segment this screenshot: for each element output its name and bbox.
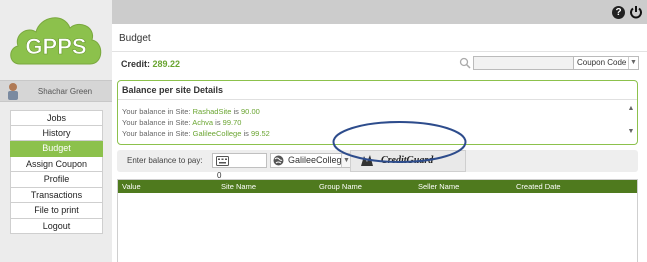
- balance-line: Your balance in Site: Achva is 99.70: [122, 117, 617, 128]
- balance-prefix: Your balance in Site:: [122, 107, 191, 116]
- column-header-group-name[interactable]: Group Name: [319, 182, 362, 191]
- sidebar-menu: Jobs History Budget Assign Coupon Profil…: [10, 110, 103, 234]
- balance-site: GalileeCollege: [192, 129, 242, 138]
- menu-item-logout[interactable]: Logout: [10, 218, 103, 234]
- gpps-logo[interactable]: GPPS: [6, 6, 106, 72]
- menu-item-history[interactable]: History: [10, 125, 103, 141]
- balance-amount: 99.70: [222, 118, 242, 127]
- site-select[interactable]: GalileeColleg ▼: [270, 153, 352, 168]
- balance-panel: Balance per site Details Your balance in…: [117, 80, 638, 145]
- search-filter-select[interactable]: Coupon Code ▼: [573, 56, 639, 70]
- balance-amount: 90.00: [241, 107, 260, 116]
- help-icon[interactable]: ?: [612, 6, 625, 19]
- credit-label: Credit:: [121, 59, 150, 69]
- power-icon[interactable]: [629, 5, 643, 19]
- globe-icon: [273, 155, 284, 166]
- menu-item-transactions[interactable]: Transactions: [10, 187, 103, 203]
- credit-summary: Credit: 289.22: [121, 59, 180, 69]
- balance-line: Your balance in Site: GalileeCollege is …: [122, 128, 617, 139]
- top-bar: ?: [112, 0, 647, 24]
- site-select-value: GalileeColleg: [288, 155, 342, 165]
- balance-prefix: Your balance in Site:: [122, 118, 191, 127]
- table-header: Value Site Name Group Name Seller Name C…: [118, 180, 637, 193]
- payment-bar: Enter balance to pay: 0 GalileeColleg ▼ …: [117, 150, 638, 180]
- balance-site: RashadSite: [192, 107, 232, 116]
- user-bar: Shachar Green: [0, 80, 112, 102]
- balance-title: Balance per site Details: [122, 85, 224, 95]
- main-content: Budget Credit: 289.22 Coupon Code ▼ Bala…: [112, 24, 647, 262]
- divider: [112, 51, 647, 52]
- chevron-down-icon: ▼: [628, 57, 638, 69]
- creditguard-pay-button[interactable]: CreditGuard: [350, 150, 466, 172]
- menu-item-budget[interactable]: Budget: [10, 141, 103, 157]
- balance-prefix: Your balance in Site:: [122, 129, 191, 138]
- payment-amount-field[interactable]: [212, 153, 267, 168]
- balance-mid: is: [215, 118, 221, 127]
- sidebar: GPPS Shachar Green Jobs History Budget A…: [0, 0, 112, 262]
- column-header-seller-name[interactable]: Seller Name: [418, 182, 459, 191]
- menu-item-jobs[interactable]: Jobs: [10, 110, 103, 126]
- balance-mid: is: [243, 129, 249, 138]
- page-title: Budget: [119, 33, 151, 44]
- menu-item-profile[interactable]: Profile: [10, 172, 103, 188]
- search-input[interactable]: [473, 56, 582, 70]
- menu-item-file-to-print[interactable]: File to print: [10, 203, 103, 219]
- balance-line: Your balance in Site: RashadSite is 90.0…: [122, 106, 617, 117]
- scroll-up-icon[interactable]: ▲: [627, 105, 635, 112]
- balance-list: Your balance in Site: RashadSite is 90.0…: [122, 106, 617, 139]
- user-name: Shachar Green: [37, 87, 93, 96]
- balance-site: Achva: [192, 118, 214, 127]
- balance-scrollbar[interactable]: ▲ ▼: [627, 105, 635, 139]
- divider: [118, 99, 637, 100]
- credit-value: 289.22: [152, 59, 181, 69]
- column-header-value[interactable]: Value: [122, 182, 141, 191]
- balance-amount: 99.52: [251, 129, 270, 138]
- svg-text:GPPS: GPPS: [25, 34, 86, 59]
- creditguard-label: CreditGuard: [381, 155, 434, 166]
- search-filter-value: Coupon Code: [577, 58, 627, 67]
- column-header-created-date[interactable]: Created Date: [516, 182, 561, 191]
- transactions-table: Value Site Name Group Name Seller Name C…: [117, 179, 638, 262]
- scroll-down-icon[interactable]: ▼: [627, 128, 635, 135]
- menu-item-assign-coupon[interactable]: Assign Coupon: [10, 156, 103, 172]
- keyboard-icon[interactable]: [216, 156, 229, 166]
- creditguard-logo-icon: [359, 154, 375, 168]
- balance-mid: is: [233, 107, 239, 116]
- payment-label: Enter balance to pay:: [127, 156, 203, 165]
- search-icon: [459, 57, 471, 69]
- column-header-site-name[interactable]: Site Name: [221, 182, 256, 191]
- avatar: [6, 82, 20, 100]
